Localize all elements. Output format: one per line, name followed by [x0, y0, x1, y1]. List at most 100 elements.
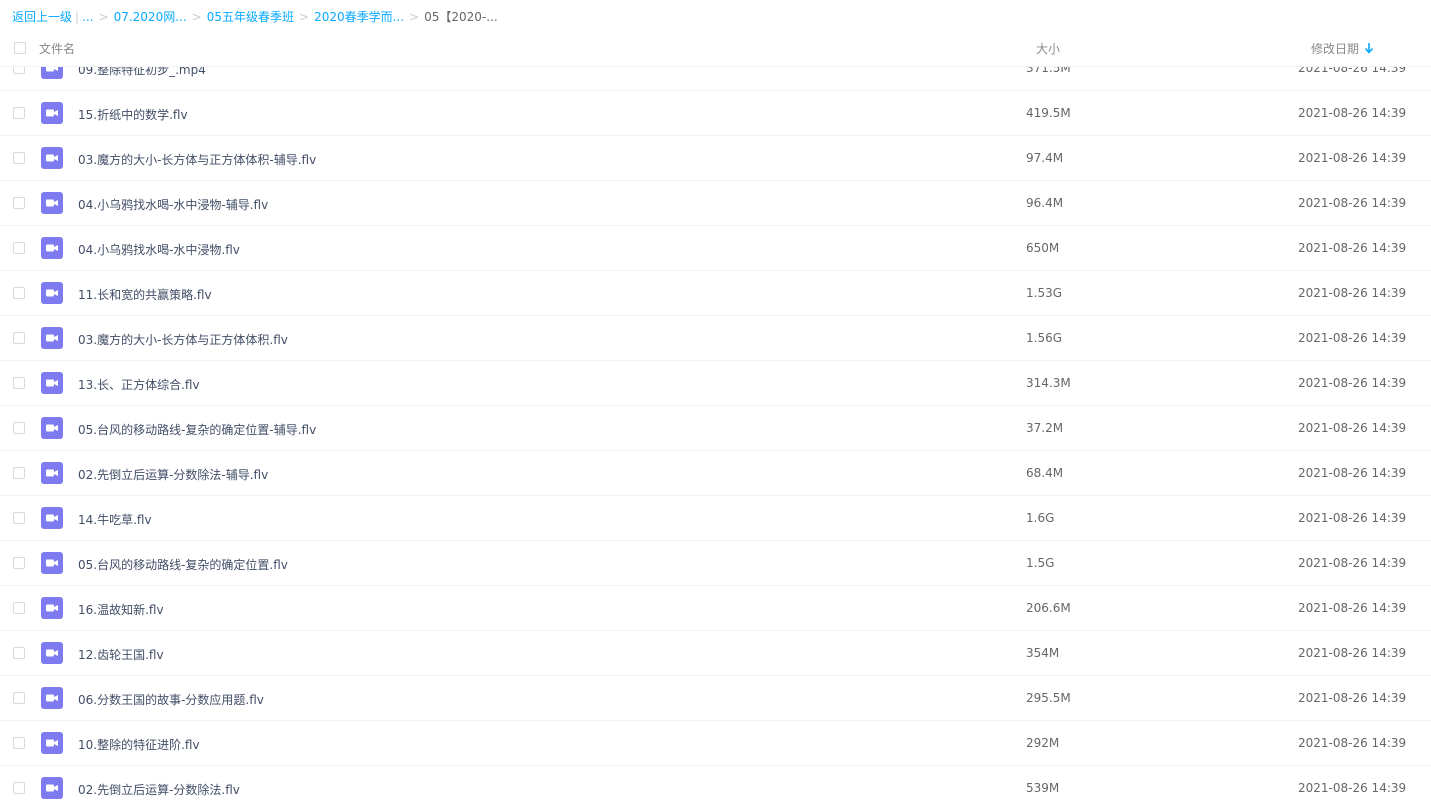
file-modified-date: 2021-08-26 14:39: [1298, 466, 1407, 480]
row-checkbox[interactable]: [13, 647, 25, 659]
file-list: 09.整除特征初步_.mp4 371.5M 2021-08-26 14:39 15.折…: [0, 0, 1431, 805]
file-name[interactable]: 14.牛吃草.flv: [78, 511, 152, 528]
row-checkbox[interactable]: [13, 602, 25, 614]
row-checkbox[interactable]: [13, 692, 25, 704]
file-row[interactable]: 02.先倒立后运算-分数除法-辅导.flv 68.4M 2021-08-26 14:…: [0, 451, 1431, 496]
back-link[interactable]: 返回上一级: [12, 9, 72, 25]
file-row[interactable]: 05.台风的移动路线-复杂的确定位置.flv 1.5G 2021-08-26 14:…: [0, 541, 1431, 586]
row-checkbox[interactable]: [13, 377, 25, 389]
breadcrumb-separator: >: [191, 10, 202, 24]
file-row[interactable]: 15.折纸中的数学.flv 419.5M 2021-08-26 14:39: [0, 91, 1431, 136]
column-header-size[interactable]: 大小: [1036, 40, 1060, 57]
file-name[interactable]: 06.分数王国的故事-分数应用题.flv: [78, 691, 264, 708]
row-checkbox[interactable]: [13, 332, 25, 344]
file-row[interactable]: 03.魔方的大小-长方体与正方体体积-辅导.flv 97.4M 2021-08-26…: [0, 136, 1431, 181]
file-size: 354M: [1026, 646, 1060, 660]
file-row[interactable]: 11.长和宽的共赢策略.flv 1.53G 2021-08-26 14:39: [0, 271, 1431, 316]
file-name[interactable]: 03.魔方的大小-长方体与正方体体积-辅导.flv: [78, 151, 316, 168]
breadcrumb-item[interactable]: 2020春季学而...: [314, 9, 404, 25]
video-file-icon: [41, 192, 63, 214]
video-file-icon: [41, 642, 63, 664]
row-checkbox[interactable]: [13, 782, 25, 794]
file-browser: 09.整除特征初步_.mp4 371.5M 2021-08-26 14:39 15.折…: [0, 0, 1431, 805]
file-name[interactable]: 03.魔方的大小-长方体与正方体体积.flv: [78, 331, 288, 348]
file-name[interactable]: 05.台风的移动路线-复杂的确定位置-辅导.flv: [78, 421, 316, 438]
video-file-icon: [41, 687, 63, 709]
row-checkbox[interactable]: [13, 287, 25, 299]
sort-down-arrow-icon[interactable]: [1364, 42, 1374, 54]
column-header-name[interactable]: 文件名: [39, 40, 75, 57]
file-modified-date: 2021-08-26 14:39: [1298, 736, 1407, 750]
video-file-icon: [41, 237, 63, 259]
row-checkbox[interactable]: [13, 737, 25, 749]
video-file-icon: [41, 282, 63, 304]
breadcrumb-separator: >: [299, 10, 310, 24]
file-size: 97.4M: [1026, 151, 1064, 165]
breadcrumb-ellipsis[interactable]: ...: [82, 9, 93, 25]
file-name[interactable]: 12.齿轮王国.flv: [78, 646, 164, 663]
file-size: 295.5M: [1026, 691, 1071, 705]
file-modified-date: 2021-08-26 14:39: [1298, 151, 1407, 165]
file-row[interactable]: 04.小乌鸦找水喝-水中浸物-辅导.flv 96.4M 2021-08-26 14:…: [0, 181, 1431, 226]
breadcrumb-separator: >: [409, 10, 420, 24]
file-row[interactable]: 02.先倒立后运算-分数除法.flv 539M 2021-08-26 14:39: [0, 766, 1431, 805]
breadcrumb: 返回上一级 | ... > 07.2020网... > 05五年级春季班 > 2…: [12, 9, 498, 25]
file-modified-date: 2021-08-26 14:39: [1298, 511, 1407, 525]
file-name[interactable]: 04.小乌鸦找水喝-水中浸物.flv: [78, 241, 240, 258]
file-size: 37.2M: [1026, 421, 1064, 435]
file-size: 1.56G: [1026, 331, 1063, 345]
file-size: 292M: [1026, 736, 1060, 750]
file-row[interactable]: 05.台风的移动路线-复杂的确定位置-辅导.flv 37.2M 2021-08-26…: [0, 406, 1431, 451]
file-modified-date: 2021-08-26 14:39: [1298, 601, 1407, 615]
row-checkbox[interactable]: [13, 557, 25, 569]
video-file-icon: [41, 417, 63, 439]
breadcrumb-separator: >: [98, 10, 109, 24]
file-modified-date: 2021-08-26 14:39: [1298, 286, 1407, 300]
file-row[interactable]: 03.魔方的大小-长方体与正方体体积.flv 1.56G 2021-08-26 14…: [0, 316, 1431, 361]
breadcrumb-divider: |: [75, 10, 80, 24]
column-header-modified[interactable]: 修改日期: [1311, 40, 1359, 57]
file-name[interactable]: 15.折纸中的数学.flv: [78, 106, 188, 123]
file-modified-date: 2021-08-26 14:39: [1298, 241, 1407, 255]
file-row[interactable]: 04.小乌鸦找水喝-水中浸物.flv 650M 2021-08-26 14:39: [0, 226, 1431, 271]
file-name[interactable]: 10.整除的特征进阶.flv: [78, 736, 200, 753]
file-name[interactable]: 05.台风的移动路线-复杂的确定位置.flv: [78, 556, 288, 573]
file-modified-date: 2021-08-26 14:39: [1298, 196, 1407, 210]
file-modified-date: 2021-08-26 14:39: [1298, 691, 1407, 705]
row-checkbox[interactable]: [13, 242, 25, 254]
breadcrumb-item[interactable]: 07.2020网...: [114, 9, 187, 25]
row-checkbox[interactable]: [13, 152, 25, 164]
file-row[interactable]: 12.齿轮王国.flv 354M 2021-08-26 14:39: [0, 631, 1431, 676]
file-size: 650M: [1026, 241, 1060, 255]
file-name[interactable]: 16.温故知新.flv: [78, 601, 164, 618]
file-modified-date: 2021-08-26 14:39: [1298, 781, 1407, 795]
file-size: 419.5M: [1026, 106, 1071, 120]
file-name[interactable]: 13.长、正方体综合.flv: [78, 376, 200, 393]
file-name[interactable]: 02.先倒立后运算-分数除法.flv: [78, 781, 240, 798]
file-name[interactable]: 04.小乌鸦找水喝-水中浸物-辅导.flv: [78, 196, 268, 213]
file-row[interactable]: 06.分数王国的故事-分数应用题.flv 295.5M 2021-08-26 14:…: [0, 676, 1431, 721]
breadcrumb-item[interactable]: 05五年级春季班: [207, 9, 294, 25]
breadcrumb-current: 05【2020-...: [424, 10, 498, 24]
row-checkbox[interactable]: [13, 422, 25, 434]
video-file-icon: [41, 732, 63, 754]
row-checkbox[interactable]: [13, 107, 25, 119]
file-size: 1.6G: [1026, 511, 1055, 525]
video-file-icon: [41, 462, 63, 484]
file-name[interactable]: 11.长和宽的共赢策略.flv: [78, 286, 212, 303]
file-modified-date: 2021-08-26 14:39: [1298, 376, 1407, 390]
file-row[interactable]: 14.牛吃草.flv 1.6G 2021-08-26 14:39: [0, 496, 1431, 541]
row-checkbox[interactable]: [13, 512, 25, 524]
file-modified-date: 2021-08-26 14:39: [1298, 106, 1407, 120]
file-row[interactable]: 16.温故知新.flv 206.6M 2021-08-26 14:39: [0, 586, 1431, 631]
video-file-icon: [41, 147, 63, 169]
file-row[interactable]: 10.整除的特征进阶.flv 292M 2021-08-26 14:39: [0, 721, 1431, 766]
file-size: 1.5G: [1026, 556, 1055, 570]
row-checkbox[interactable]: [13, 197, 25, 209]
select-all-checkbox[interactable]: [14, 42, 26, 54]
row-checkbox[interactable]: [13, 467, 25, 479]
file-size: 539M: [1026, 781, 1060, 795]
file-name[interactable]: 02.先倒立后运算-分数除法-辅导.flv: [78, 466, 268, 483]
video-file-icon: [41, 552, 63, 574]
file-row[interactable]: 13.长、正方体综合.flv 314.3M 2021-08-26 14:39: [0, 361, 1431, 406]
